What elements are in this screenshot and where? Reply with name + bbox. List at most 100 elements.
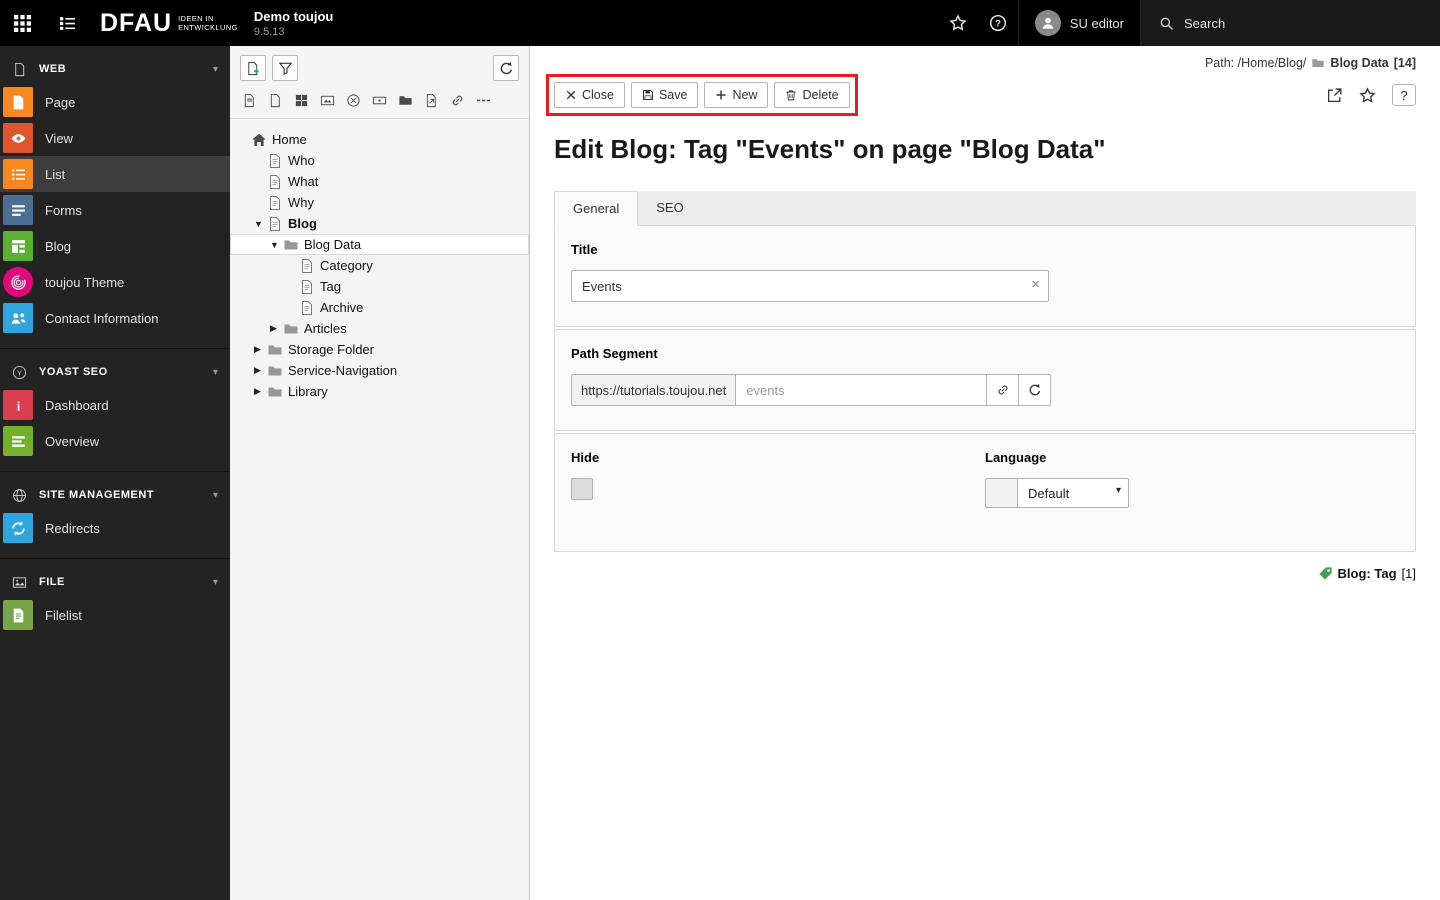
tree-node-home[interactable]: Home [230, 129, 529, 150]
spacer-icon[interactable] [372, 93, 387, 108]
content-grid-icon[interactable] [294, 93, 309, 108]
close-button[interactable]: Close [554, 82, 625, 108]
sidebar-item-forms[interactable]: Forms [0, 192, 230, 228]
toggle-slug-edit-icon[interactable] [987, 374, 1019, 406]
folder-icon [283, 321, 299, 337]
view-eye-icon [3, 123, 33, 153]
forms-module-icon [3, 195, 33, 225]
tree-node-who[interactable]: Who [230, 150, 529, 171]
modulemenu-toggle-icon[interactable] [0, 0, 45, 46]
page-icon [299, 300, 315, 316]
help-icon[interactable]: ? [1392, 84, 1416, 106]
open-in-new-window-icon[interactable] [1326, 87, 1343, 104]
hide-checkbox[interactable] [571, 478, 593, 500]
bookmark-star-icon[interactable] [1359, 87, 1376, 104]
record-reference[interactable]: Blog: Tag [1] [554, 566, 1416, 581]
list-module-icon [3, 159, 33, 189]
expand-toggle-icon[interactable]: ▶ [254, 386, 267, 397]
mountpoint-icon[interactable] [320, 93, 335, 108]
page-tree: Home Who What Why ▼ Blog ▼ Blog Data Cat… [230, 119, 529, 402]
tab-seo[interactable]: SEO [638, 191, 701, 225]
collapse-toggle-icon[interactable]: ▼ [270, 240, 283, 250]
tab-general[interactable]: General [554, 191, 639, 226]
content-area: Path: /Home/Blog/ Blog Data [14] Close S… [530, 46, 1440, 900]
help-icon[interactable]: ? [978, 0, 1018, 46]
clear-input-icon[interactable]: × [1031, 276, 1040, 293]
divider-icon[interactable] [476, 93, 491, 108]
close-icon [566, 90, 576, 100]
link-icon[interactable] [450, 93, 465, 108]
sysfolder-icon[interactable] [398, 93, 413, 108]
filter-icon[interactable] [272, 55, 298, 81]
page-standard-icon[interactable] [242, 93, 257, 108]
sidebar-item-overview[interactable]: Overview [0, 423, 230, 459]
sidebar-item-list[interactable]: List [0, 156, 230, 192]
svg-text:Y: Y [17, 368, 22, 377]
page-plain-icon[interactable] [268, 93, 283, 108]
shortcut-icon[interactable] [424, 93, 439, 108]
page-module-icon [3, 87, 33, 117]
docheader-actions: ? [1326, 84, 1416, 106]
tree-node-why[interactable]: Why [230, 192, 529, 213]
module-section-sitemanagement: SITE MANAGEMENT ▾ Redirects [0, 471, 230, 558]
page-icon [267, 195, 283, 211]
tree-node-service-navigation[interactable]: ▶ Service-Navigation [230, 360, 529, 381]
refresh-tree-icon[interactable] [493, 55, 519, 81]
expand-toggle-icon[interactable]: ▶ [254, 344, 267, 355]
chevron-down-icon: ▾ [212, 576, 218, 588]
sidebar-item-page[interactable]: Page [0, 84, 230, 120]
tree-node-archive[interactable]: Archive [230, 297, 529, 318]
plus-icon [716, 90, 726, 100]
search-label: Search [1184, 15, 1226, 31]
folder-icon [283, 237, 299, 253]
tree-node-articles[interactable]: ▶ Articles [230, 318, 529, 339]
navigation-toggle-icon[interactable] [45, 0, 90, 46]
recycler-icon[interactable] [346, 93, 361, 108]
toolbar-search[interactable]: Search [1140, 0, 1440, 46]
path-segment-input[interactable] [736, 374, 987, 406]
folder-icon [267, 384, 283, 400]
tree-node-what[interactable]: What [230, 171, 529, 192]
user-menu[interactable]: SU editor [1017, 0, 1140, 46]
sidebar-item-redirects[interactable]: Redirects [0, 510, 230, 546]
bookmark-star-icon[interactable] [938, 0, 978, 46]
save-button[interactable]: Save [630, 82, 699, 108]
tree-node-tag[interactable]: Tag [230, 276, 529, 297]
sidebar-item-dashboard[interactable]: i Dashboard [0, 387, 230, 423]
sidebar-item-blog[interactable]: Blog [0, 228, 230, 264]
brand-claim: IDEEN IN ENTWICKLUNG [178, 14, 238, 32]
language-flag-addon [985, 478, 1017, 508]
module-section-header-file[interactable]: FILE ▾ [0, 567, 230, 597]
tree-node-blog[interactable]: ▼ Blog [230, 213, 529, 234]
module-section-header-web[interactable]: WEB ▾ [0, 54, 230, 84]
title-input[interactable] [571, 270, 1049, 302]
docheader: Close Save New Delete ? [530, 74, 1440, 116]
redirect-arrows-icon [3, 513, 33, 543]
expand-toggle-icon[interactable]: ▶ [254, 365, 267, 376]
sidebar-item-toujou-theme[interactable]: toujou Theme [0, 264, 230, 300]
new-button[interactable]: New [704, 82, 769, 108]
brand-name: DFAU [100, 8, 173, 37]
docheader-buttons: Close Save New Delete [546, 74, 858, 116]
home-icon [251, 132, 267, 148]
image-icon [12, 576, 27, 588]
delete-button[interactable]: Delete [774, 82, 850, 108]
svg-text:?: ? [995, 18, 1001, 29]
folder-icon [267, 363, 283, 379]
recalculate-slug-icon[interactable] [1019, 374, 1051, 406]
tree-node-storage-folder[interactable]: ▶ Storage Folder [230, 339, 529, 360]
filelist-icon [3, 600, 33, 630]
collapse-toggle-icon[interactable]: ▼ [254, 219, 267, 229]
hide-label: Hide [571, 450, 600, 465]
tree-node-blog-data[interactable]: ▼ Blog Data [230, 234, 529, 255]
sidebar-item-contact-information[interactable]: Contact Information [0, 300, 230, 336]
sidebar-item-view[interactable]: View [0, 120, 230, 156]
module-section-header-yoast[interactable]: Y YOAST SEO ▾ [0, 357, 230, 387]
new-page-icon[interactable] [240, 55, 266, 81]
module-section-header-sitemanagement[interactable]: SITE MANAGEMENT ▾ [0, 480, 230, 510]
tree-node-library[interactable]: ▶ Library [230, 381, 529, 402]
sidebar-item-filelist[interactable]: Filelist [0, 597, 230, 633]
language-select[interactable]: Default [1017, 478, 1129, 508]
expand-toggle-icon[interactable]: ▶ [270, 323, 283, 334]
tree-node-category[interactable]: Category [230, 255, 529, 276]
